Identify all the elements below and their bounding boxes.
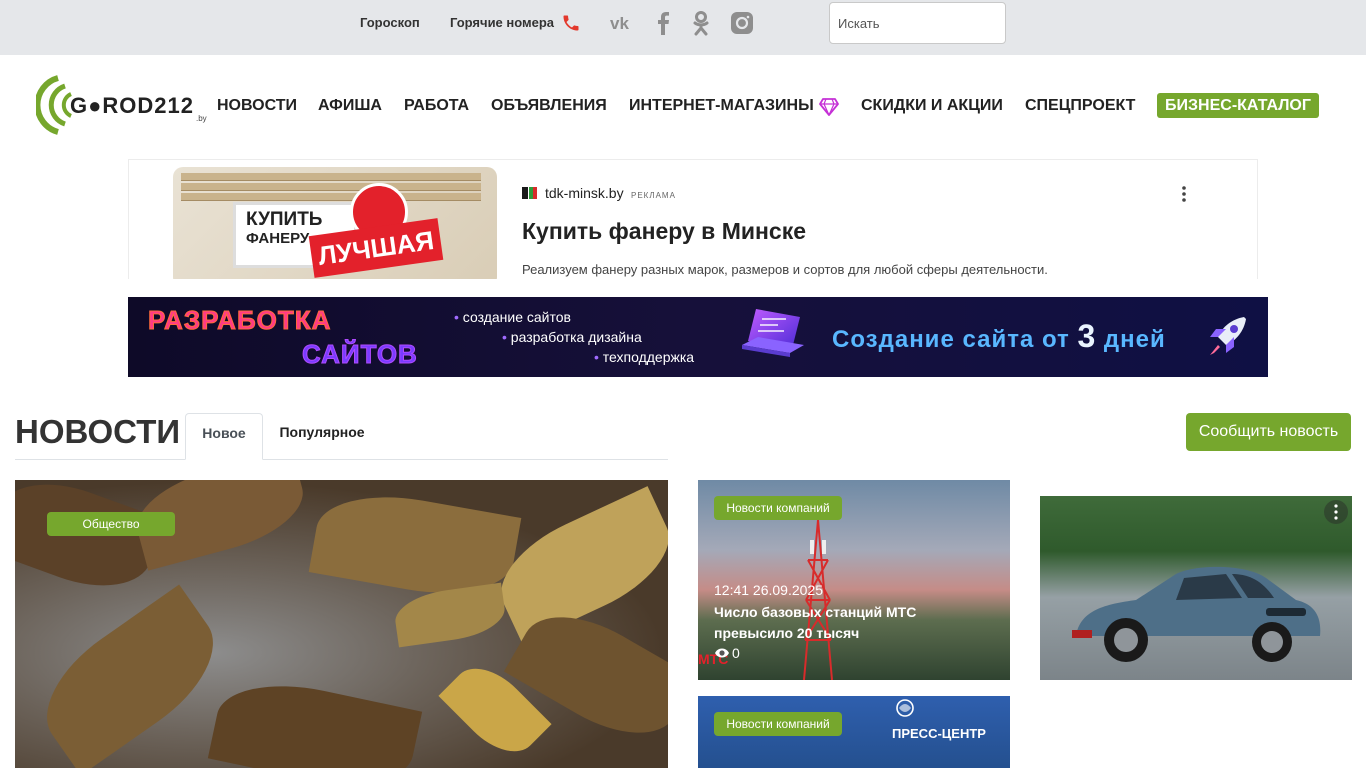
category-badge[interactable]: Новости компаний [714,496,842,520]
news-card[interactable]: Новости компаний 12:41 26.09.2025 Число … [698,480,1010,680]
odnoklassniki-icon[interactable] [688,10,714,36]
ad-block[interactable]: КУПИТЬ ФАНЕРУ ЛУЧШАЯ tdk-minsk.by РЕКЛАМ… [128,159,1258,279]
category-badge[interactable]: Общество [47,512,175,536]
search-input[interactable] [829,2,1006,44]
banner-item: техподдержка [594,349,694,365]
ad-domain[interactable]: tdk-minsk.by [545,185,624,201]
laptop-icon [742,309,804,357]
logo-suffix: .by [196,114,207,123]
nav-business-catalog[interactable]: БИЗНЕС-КАТАЛОГ [1157,93,1319,118]
tab-new[interactable]: Новое [185,413,263,460]
nav-news[interactable]: НОВОСТИ [217,97,297,115]
advertiser-logo-icon [522,187,537,199]
banner-title-2: САЙТОВ [302,339,418,370]
nav-jobs[interactable]: РАБОТА [404,97,469,115]
promo-banner[interactable]: РАЗРАБОТКА САЙТОВ создание сайтов разраб… [128,297,1268,377]
report-news-button[interactable]: Сообщить новость [1186,413,1351,451]
ad-title[interactable]: Купить фанеру в Минске [522,218,806,245]
tab-popular[interactable]: Популярное [265,413,379,460]
banner-title-1: РАЗРАБОТКА [147,305,332,336]
nav-online-shops[interactable]: ИНТЕРНЕТ-МАГАЗИНЫ [629,97,814,115]
logo-text: G●ROD212 [70,93,194,118]
news-card[interactable]: ПРЕСС-ЦЕНТР Новости компаний [698,696,1010,768]
ad-label: РЕКЛАМА [631,191,676,200]
news-section-title: НОВОСТИ [15,413,181,450]
vk-icon[interactable]: vk [610,10,636,36]
car-image [1072,566,1321,662]
press-center-logo [896,699,914,717]
more-vertical-icon[interactable] [1324,500,1348,524]
hotlines-link[interactable]: Горячие номера [450,15,554,30]
more-vertical-icon[interactable] [1177,183,1191,205]
press-center-text: ПРЕСС-ЦЕНТР [892,726,986,741]
ad-description: Реализуем фанеру разных марок, размеров … [522,262,1048,277]
category-badge[interactable]: Новости компаний [714,712,842,736]
nav-discounts[interactable]: СКИДКИ И АКЦИИ [861,97,1003,115]
top-bar: Гороскоп Горячие номера vk [0,0,1366,55]
eye-icon [715,648,729,658]
nav-afisha[interactable]: АФИША [318,97,382,115]
phone-icon[interactable] [561,13,581,33]
ad-image[interactable]: КУПИТЬ ФАНЕРУ ЛУЧШАЯ [173,167,497,279]
banner-item: разработка дизайна [502,329,642,345]
diamond-icon [819,98,839,116]
news-title[interactable]: Число базовых станций МТС превысило 20 т… [714,602,954,644]
nav-ads[interactable]: ОБЪЯВЛЕНИЯ [491,97,607,115]
views-count: 0 [732,645,740,661]
facebook-icon[interactable] [651,10,677,36]
news-card-main[interactable]: Общество [15,480,668,768]
nav-special-project[interactable]: СПЕЦПРОЕКТ [1025,97,1135,115]
svg-text:vk: vk [610,14,629,33]
news-timestamp: 12:41 26.09.2025 [714,582,823,598]
horoscope-link[interactable]: Гороскоп [360,15,420,30]
banner-item: создание сайтов [454,309,571,325]
instagram-icon[interactable] [729,10,755,36]
rocket-icon [1210,317,1246,355]
cell-tower-image [803,520,833,680]
banner-cta[interactable]: Создание сайта от 3 дней [832,318,1166,355]
ad-card-car[interactable] [1040,496,1352,680]
